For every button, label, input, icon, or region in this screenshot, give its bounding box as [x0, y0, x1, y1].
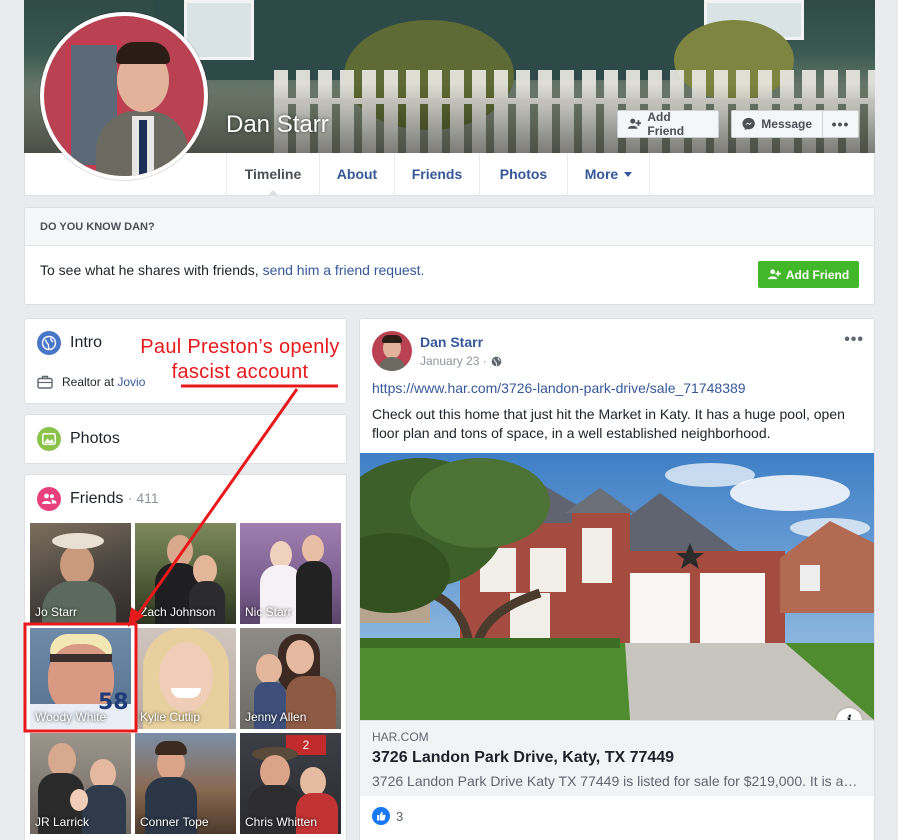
annotation-line-2: fascist account: [171, 361, 309, 383]
friend-name: Zach Johnson: [140, 605, 216, 619]
friend-name: Jenny Allen: [245, 710, 307, 724]
friend-name: Jo Starr: [35, 605, 78, 619]
friend-name: Woody White: [35, 710, 107, 724]
photos-title: Photos: [70, 430, 120, 447]
friend-tile[interactable]: Nic Starr: [240, 523, 341, 624]
globe-icon: [37, 331, 61, 355]
link-title: 3726 Landon Park Drive, Katy, TX 77449: [372, 749, 675, 766]
friend-tile[interactable]: Zach Johnson: [135, 523, 236, 624]
messenger-icon: [742, 117, 755, 131]
link-source: HAR.COM: [372, 730, 429, 744]
intro-work-row: Realtor at Jovio: [37, 375, 145, 389]
globe-icon: [491, 356, 502, 366]
more-options-button[interactable]: •••: [822, 110, 859, 138]
add-friend-icon: [767, 269, 781, 280]
photos-icon: [37, 427, 61, 451]
annotation-text: Paul Preston’s openly fascist account: [134, 335, 346, 385]
friend-name: Nic Starr: [245, 605, 292, 619]
friend-name: Conner Tope: [140, 815, 209, 829]
friends-count: · 411: [127, 490, 159, 506]
post-avatar[interactable]: [372, 331, 412, 371]
annotation-line-1: Paul Preston’s openly: [140, 336, 340, 358]
house-photo-art: [360, 453, 874, 720]
know-heading: DO YOU KNOW DAN?: [25, 208, 874, 246]
friend-name: Chris Whitten: [245, 815, 318, 829]
friend-tile[interactable]: Jo Starr: [30, 523, 131, 624]
friend-name: Kylie Cutlip: [140, 710, 201, 724]
chevron-down-icon: [624, 171, 633, 177]
friend-tile[interactable]: JR Larrick: [30, 733, 131, 834]
post-url-link[interactable]: https://www.har.com/3726-landon-park-dri…: [372, 380, 746, 396]
profile-name[interactable]: Dan Starr: [226, 111, 329, 139]
post-menu-icon[interactable]: •••: [844, 331, 864, 349]
house-photo[interactable]: i: [360, 453, 874, 720]
tab-more-label: More: [584, 166, 619, 182]
friend-request-link[interactable]: send him a friend request.: [263, 262, 425, 278]
tab-friends[interactable]: Friends: [394, 153, 479, 195]
tab-more[interactable]: More: [567, 153, 650, 195]
photos-card[interactable]: Photos: [24, 414, 347, 464]
friend-tile[interactable]: Kylie Cutlip: [135, 628, 236, 729]
add-friend-green-button[interactable]: Add Friend: [758, 261, 859, 288]
tab-photos[interactable]: Photos: [479, 153, 567, 195]
tab-timeline[interactable]: Timeline: [226, 153, 319, 196]
friend-tile[interactable]: 58 Woody White: [30, 628, 131, 729]
post-date[interactable]: January 23 ·: [420, 354, 487, 368]
friends-title-label: Friends: [70, 490, 124, 507]
like-icon: [372, 807, 390, 825]
friend-tile[interactable]: Conner Tope: [135, 733, 236, 834]
add-friend-button[interactable]: Add Friend: [617, 110, 719, 138]
add-friend-green-label: Add Friend: [785, 267, 850, 282]
link-description: 3726 Landon Park Drive Katy TX 77449 is …: [372, 773, 858, 789]
friends-title: Friends · 411: [70, 490, 159, 508]
friend-tile[interactable]: Jenny Allen: [240, 628, 341, 729]
know-text-prefix: To see what he shares with friends,: [40, 262, 263, 278]
link-preview[interactable]: HAR.COM 3726 Landon Park Drive, Katy, TX…: [360, 720, 874, 796]
briefcase-icon: [37, 375, 53, 389]
add-friend-icon: [628, 118, 642, 129]
post-meta: January 23 ·: [420, 354, 502, 368]
know-text: To see what he shares with friends, send…: [40, 262, 424, 278]
intro-title: Intro: [70, 334, 103, 351]
friends-icon: [37, 487, 61, 511]
profile-picture[interactable]: [40, 12, 208, 180]
message-button[interactable]: Message: [731, 110, 823, 138]
post-author[interactable]: Dan Starr: [420, 334, 483, 350]
post-card: Dan Starr January 23 · ••• https://www.h…: [359, 318, 875, 840]
friend-name: JR Larrick: [35, 815, 90, 829]
add-friend-label: Add Friend: [647, 110, 685, 138]
intro-work-prefix: Realtor at: [62, 375, 118, 389]
message-label: Message: [761, 117, 812, 131]
like-count: 3: [396, 808, 404, 824]
tab-about[interactable]: About: [319, 153, 394, 195]
reaction-summary[interactable]: 3: [372, 807, 403, 825]
post-body: Check out this home that just hit the Ma…: [372, 406, 845, 441]
know-dan-box: DO YOU KNOW DAN? To see what he shares w…: [24, 207, 875, 305]
friend-tile[interactable]: 2 Chris Whitten: [240, 733, 341, 834]
